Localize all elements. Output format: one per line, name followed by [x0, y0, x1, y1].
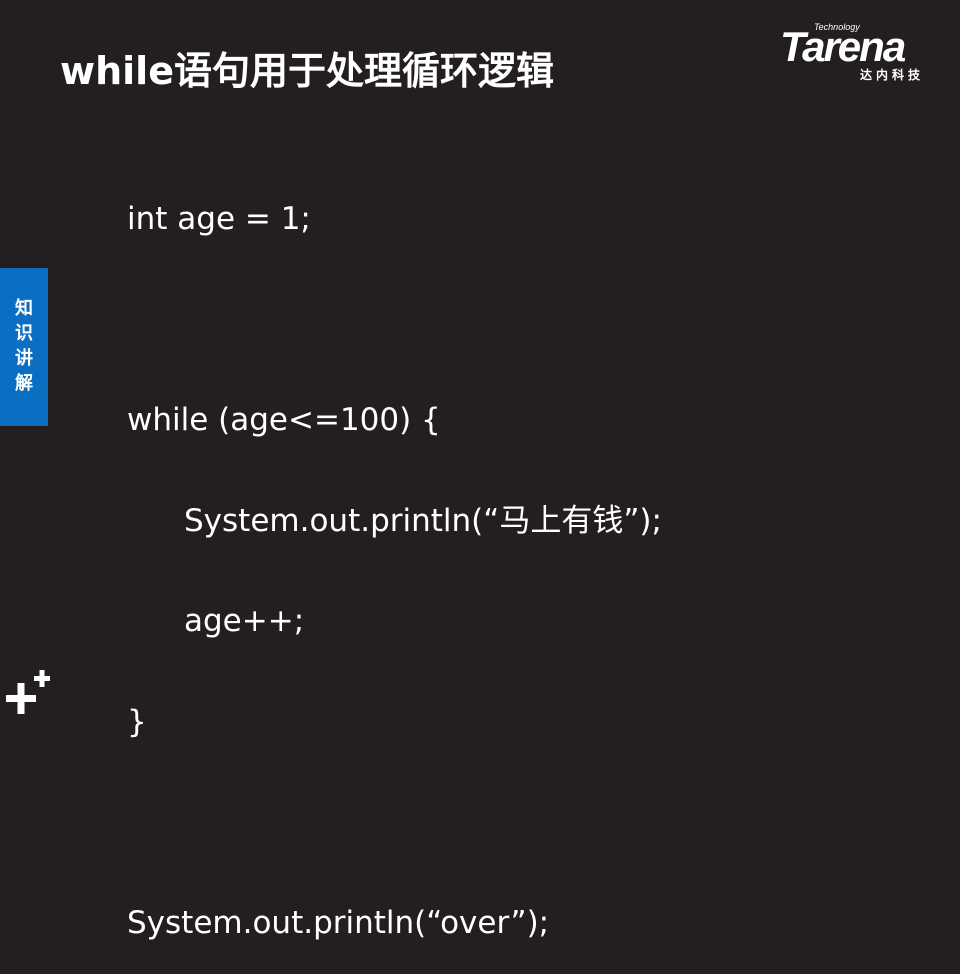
code-block: int age = 1; while (age<=100) { System.o…	[127, 136, 662, 974]
code-line: age++;	[184, 603, 305, 639]
code-line: System.out.println(“over”);	[127, 904, 550, 941]
side-tab: 知 识 讲 解	[0, 268, 48, 426]
plus-plus-icon	[6, 670, 50, 714]
code-line: }	[127, 703, 147, 740]
code-line: int age = 1;	[127, 201, 311, 237]
logo-name: Tarena	[780, 23, 906, 70]
logo-subtitle: 达内科技	[860, 68, 925, 82]
tarena-logo: Technology Tarena 达内科技	[780, 22, 948, 84]
code-line: System.out.println(“马上有钱”);	[184, 502, 662, 539]
code-line: while (age<=100) {	[127, 402, 441, 438]
side-tab-label: 知 识 讲 解	[15, 298, 33, 394]
slide-title: while语句用于处理循环逻辑	[60, 49, 554, 93]
